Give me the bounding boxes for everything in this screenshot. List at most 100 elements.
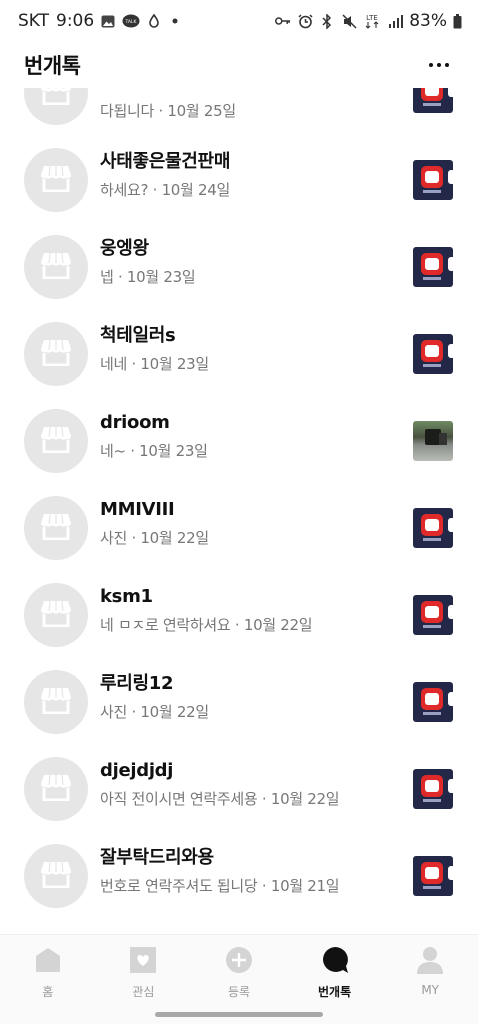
chat-name: MMIVIII — [100, 499, 175, 520]
chat-list[interactable]: 다됩니다 · 10월 25일사태좋은물건판매 하세요? · 10월 24일웅엥왕 넵… — [0, 88, 478, 934]
chat-row[interactable]: 다됩니다 · 10월 25일 — [0, 88, 478, 136]
store-icon — [40, 88, 72, 109]
chat-row[interactable]: 루리링12 사진 · 10월 22일 — [0, 658, 478, 745]
chat-name: 루리링12 — [100, 673, 174, 694]
chat-preview: 사진 · 10월 22일 — [100, 529, 209, 547]
chat-preview: 네 ㅁㅈ로 연락하셔요 · 10월 22일 — [100, 616, 313, 634]
app-header: 번개톡 — [0, 42, 478, 88]
more-dot — [445, 63, 449, 67]
chat-preview: 사진 · 10월 22일 — [100, 703, 209, 721]
product-thumbnail — [413, 334, 453, 374]
chat-text: 척테일러s 네네 · 10월 23일 — [100, 324, 398, 375]
logo-caption-mark — [423, 277, 441, 280]
chat-text: ksm1 네 ㅁㅈ로 연락하셔요 · 10월 22일 — [100, 585, 398, 636]
thumbnail-edge — [448, 88, 453, 97]
home-gesture-handle[interactable] — [155, 1012, 323, 1017]
more-horizontal-icon — [429, 63, 433, 67]
status-left: SKT 9:06 TALK — [18, 11, 182, 31]
chat-text: 웅엥왕 넵 · 10월 23일 — [100, 237, 398, 288]
chat-row[interactable]: djejdjdj 아직 전이시면 연락주세용 · 10월 22일 — [0, 745, 478, 832]
chat-name: 잘부탁드리와용 — [100, 847, 214, 868]
logo-caption-mark — [423, 799, 441, 802]
gesture-bar — [0, 1006, 478, 1024]
chat-name: 척테일러s — [100, 325, 176, 346]
avatar — [24, 321, 88, 386]
alarm-icon — [297, 13, 313, 29]
chat-name: djejdjdj — [100, 760, 174, 781]
gallery-icon — [101, 14, 115, 28]
app-logo-icon — [421, 514, 443, 536]
chat-preview: 다됩니다 · 10월 25일 — [100, 102, 236, 120]
chat-row[interactable]: 잘부탁드리와용 번호로 연락주셔도 됩니당 · 10월 21일 — [0, 832, 478, 919]
product-thumbnail — [413, 160, 453, 200]
thumbnail-edge — [448, 779, 453, 793]
product-thumbnail — [413, 421, 453, 461]
chat-name: ksm1 — [100, 586, 153, 607]
store-icon — [40, 686, 72, 718]
chat-bubble-icon — [321, 946, 349, 974]
chat-row[interactable]: ksm1 네 ㅁㅈ로 연락하셔요 · 10월 22일 — [0, 571, 478, 658]
more-button[interactable] — [424, 50, 454, 80]
notification-icon — [147, 13, 161, 28]
chat-preview: 넵 · 10월 23일 — [100, 268, 196, 286]
chat-row[interactable]: drioom 네~ · 10월 23일 — [0, 397, 478, 484]
app-logo-icon — [421, 775, 443, 797]
photo-subject-part — [439, 433, 447, 445]
thumbnail-edge — [448, 605, 453, 619]
store-icon — [40, 251, 72, 283]
product-thumbnail — [413, 682, 453, 722]
nav-label-my: MY — [421, 983, 440, 997]
app-logo-icon — [421, 688, 443, 710]
chat-preview: 하세요? · 10월 24일 — [100, 181, 231, 199]
product-thumbnail — [413, 595, 453, 635]
chat-preview: 네~ · 10월 23일 — [100, 442, 208, 460]
signal-icon — [387, 13, 403, 29]
chat-text: MMIVIII 사진 · 10월 22일 — [100, 498, 398, 549]
nav-item-register[interactable]: 등록 — [191, 935, 287, 1006]
store-icon — [40, 599, 72, 631]
talk-badge-text: TALK — [125, 19, 138, 25]
mute-icon — [341, 13, 357, 29]
store-icon — [40, 773, 72, 805]
nav-item-home[interactable]: 홈 — [0, 935, 96, 1006]
chat-text: 다됩니다 · 10월 25일 — [100, 95, 398, 122]
key-icon — [275, 13, 291, 29]
lte-label: LTE — [366, 14, 378, 22]
battery-percent: 83% — [409, 11, 447, 31]
nav-item-favorites[interactable]: 관심 — [96, 935, 192, 1006]
logo-caption-mark — [423, 538, 441, 541]
chat-row[interactable]: 척테일러s 네네 · 10월 23일 — [0, 310, 478, 397]
thumbnail-edge — [448, 344, 453, 358]
store-icon — [40, 425, 72, 457]
logo-caption-mark — [423, 886, 441, 889]
chat-name: drioom — [100, 412, 170, 433]
product-thumbnail — [413, 769, 453, 809]
avatar — [24, 582, 88, 647]
store-icon — [40, 164, 72, 196]
chat-row[interactable]: 사태좋은물건판매 하세요? · 10월 24일 — [0, 136, 478, 223]
logo-caption-mark — [423, 103, 441, 106]
battery-icon — [453, 13, 462, 29]
logo-caption-mark — [423, 712, 441, 715]
chat-text: 사태좋은물건판매 하세요? · 10월 24일 — [100, 150, 398, 201]
avatar — [24, 147, 88, 212]
plus-circle-icon — [225, 946, 253, 974]
store-icon — [40, 338, 72, 370]
nav-item-chat[interactable]: 번개톡 — [287, 935, 383, 1006]
product-thumbnail — [413, 508, 453, 548]
bluetooth-icon — [319, 13, 335, 29]
app-logo-icon — [421, 88, 443, 101]
chat-row[interactable]: MMIVIII 사진 · 10월 22일 — [0, 484, 478, 571]
avatar — [24, 88, 88, 125]
logo-caption-mark — [423, 190, 441, 193]
home-icon — [34, 946, 62, 974]
chat-preview: 아직 전이시면 연락주세용 · 10월 22일 — [100, 790, 340, 808]
nav-label-home: 홈 — [42, 985, 54, 999]
store-icon — [40, 512, 72, 544]
product-thumbnail — [413, 88, 453, 113]
app-logo-icon — [421, 340, 443, 362]
thumbnail-edge — [448, 692, 453, 706]
nav-item-my[interactable]: MY — [382, 935, 478, 1006]
chat-row[interactable]: 웅엥왕 넵 · 10월 23일 — [0, 223, 478, 310]
logo-caption-mark — [423, 625, 441, 628]
